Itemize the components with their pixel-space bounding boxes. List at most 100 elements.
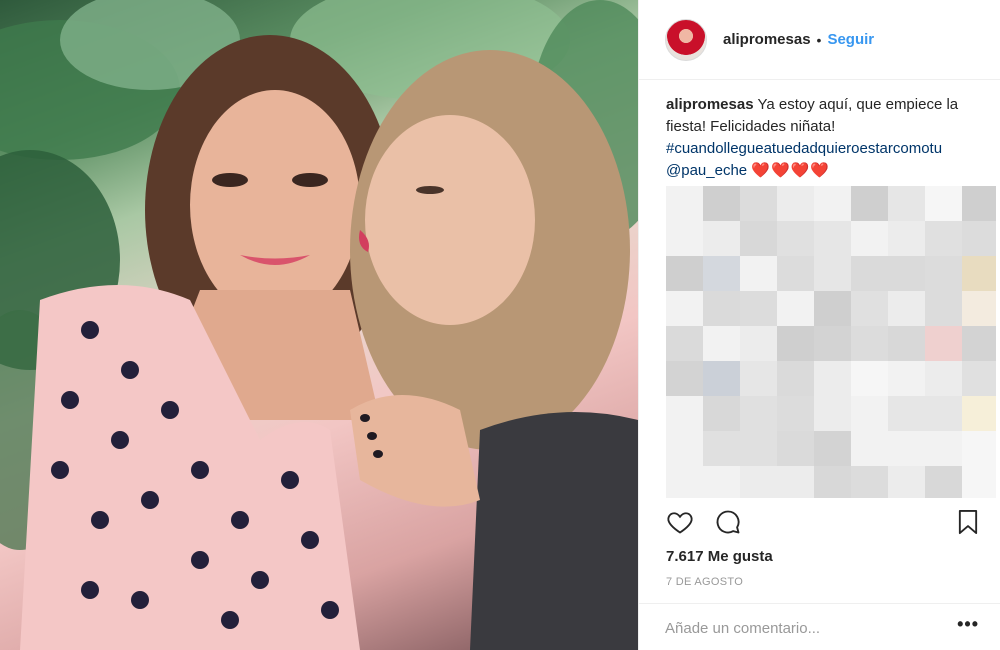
pixel-cell (666, 291, 703, 328)
pixel-cell (703, 291, 740, 328)
comment-area: ••• (639, 603, 1000, 650)
pixel-cell (925, 466, 962, 498)
pixel-cell (814, 186, 851, 223)
likes-count[interactable]: 7.617 Me gusta (666, 548, 773, 565)
pixel-cell (777, 466, 814, 498)
pixel-cell (888, 466, 925, 498)
heart-icon[interactable] (666, 508, 696, 538)
pixel-cell (814, 326, 851, 363)
pixel-cell (888, 431, 925, 468)
pixel-cell (814, 431, 851, 468)
pixel-cell (888, 221, 925, 258)
pixel-cell (925, 326, 962, 363)
pixel-cell (740, 291, 777, 328)
pixel-cell (703, 256, 740, 293)
pixel-cell (703, 221, 740, 258)
caption-mention[interactable]: @pau_eche (666, 162, 747, 179)
pixel-cell (888, 291, 925, 328)
caption-username[interactable]: alipromesas (666, 96, 754, 113)
pixel-cell (666, 186, 703, 223)
pixel-cell (740, 396, 777, 433)
post-panel: alipromesas • Seguir alipromesas Ya esto… (638, 0, 1000, 650)
pixel-cell (740, 326, 777, 363)
pixel-cell (740, 221, 777, 258)
pixelated-comments (666, 186, 996, 498)
pixel-cell (740, 466, 777, 498)
pixel-cell (814, 256, 851, 293)
pixel-cell (851, 221, 888, 258)
pixel-cell (814, 291, 851, 328)
pixel-cell (777, 221, 814, 258)
pixel-cell (962, 326, 996, 363)
pixel-cell (703, 361, 740, 398)
pixel-cell (814, 361, 851, 398)
pixel-cell (666, 256, 703, 293)
pixel-cell (851, 396, 888, 433)
pixel-cell (777, 291, 814, 328)
pixel-cell (888, 326, 925, 363)
pixel-cell (888, 186, 925, 223)
pixel-cell (962, 186, 996, 223)
header-username[interactable]: alipromesas (723, 31, 811, 48)
pixel-cell (962, 221, 996, 258)
avatar[interactable] (665, 18, 707, 61)
comment-input[interactable] (665, 616, 935, 640)
pixel-cell (851, 256, 888, 293)
pixel-cell (666, 396, 703, 433)
post-date: 7 DE AGOSTO (666, 576, 744, 588)
pixel-cell (703, 186, 740, 223)
pixel-cell (925, 256, 962, 293)
pixel-cell (925, 291, 962, 328)
follow-button[interactable]: Seguir (827, 31, 874, 48)
comment-icon[interactable] (714, 508, 744, 538)
pixel-cell (777, 431, 814, 468)
pixel-cell (777, 361, 814, 398)
pixel-cell (777, 326, 814, 363)
pixel-cell (740, 186, 777, 223)
pixel-cell (666, 361, 703, 398)
pixel-cell (666, 221, 703, 258)
pixel-cell (740, 431, 777, 468)
pixel-cell (888, 361, 925, 398)
pixel-cell (666, 431, 703, 468)
pixel-cell (703, 396, 740, 433)
photo-illustration (0, 0, 638, 650)
caption-hashtag[interactable]: #cuandolleguеatuedadquieroestarcomotu (666, 140, 942, 157)
action-bar (666, 508, 984, 538)
pixel-cell (962, 466, 996, 498)
pixel-cell (925, 186, 962, 223)
pixel-cell (777, 186, 814, 223)
pixel-cell (740, 256, 777, 293)
pixel-cell (851, 326, 888, 363)
pixel-cell (703, 326, 740, 363)
pixel-cell (962, 396, 996, 433)
pixel-cell (925, 361, 962, 398)
pixel-cell (925, 431, 962, 468)
pixel-cell (888, 396, 925, 433)
post-photo[interactable] (0, 0, 638, 650)
more-options-icon[interactable]: ••• (957, 614, 979, 635)
pixel-cell (814, 466, 851, 498)
pixel-cell (777, 256, 814, 293)
pixel-cell (962, 256, 996, 293)
pixel-cell (814, 221, 851, 258)
bookmark-icon[interactable] (954, 508, 984, 538)
pixel-cell (888, 256, 925, 293)
pixel-cell (740, 361, 777, 398)
pixel-cell (962, 291, 996, 328)
pixel-cell (814, 396, 851, 433)
separator-dot: • (816, 31, 822, 48)
pixel-cell (666, 466, 703, 498)
pixel-cell (851, 466, 888, 498)
pixel-cell (851, 431, 888, 468)
pixel-cell (851, 361, 888, 398)
pixel-cell (962, 361, 996, 398)
pixel-cell (703, 466, 740, 498)
pixel-cell (925, 396, 962, 433)
pixel-cell (925, 221, 962, 258)
pixel-cell (851, 291, 888, 328)
pixel-cell (703, 431, 740, 468)
pixel-cell (777, 396, 814, 433)
post-header: alipromesas • Seguir (639, 0, 1000, 80)
pixel-cell (666, 326, 703, 363)
